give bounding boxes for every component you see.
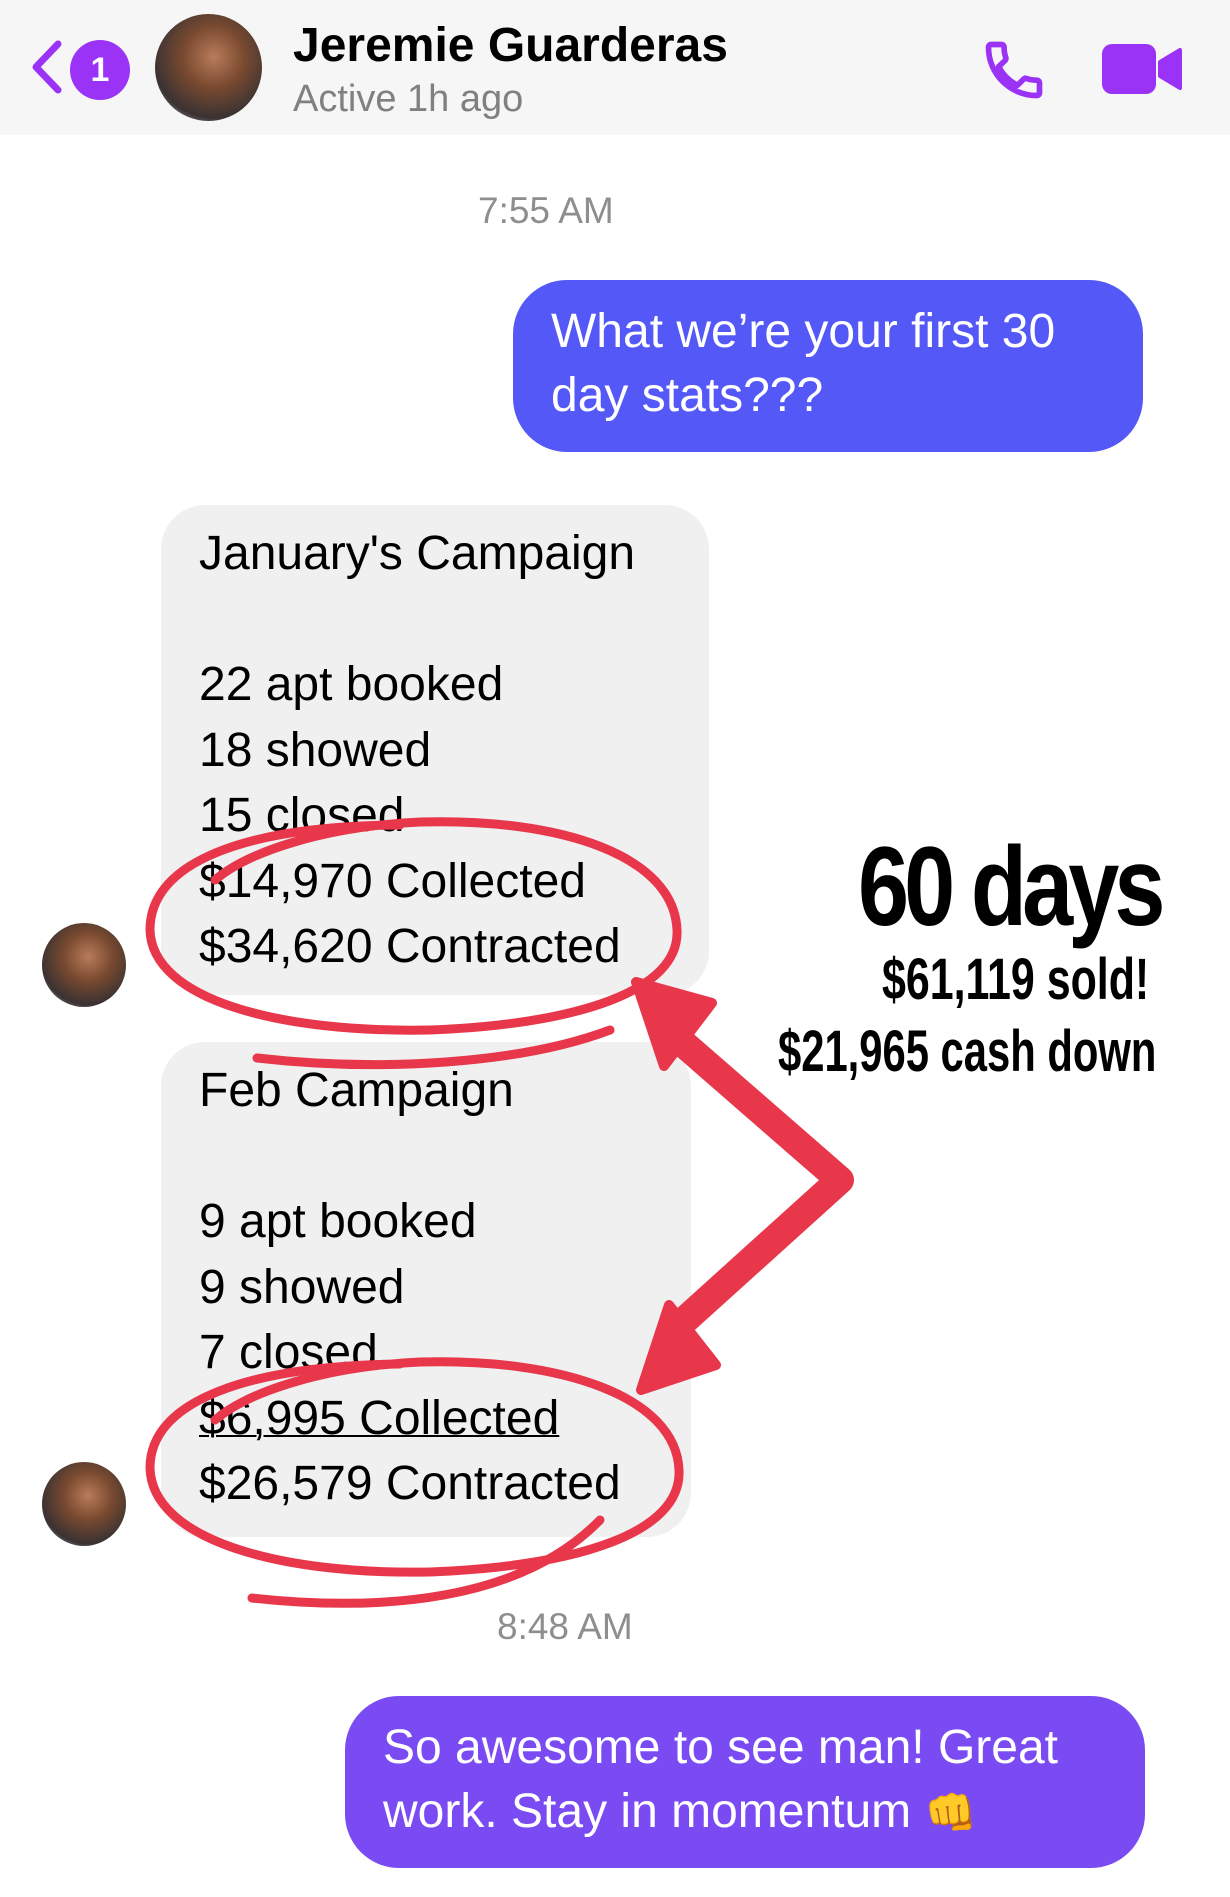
- annotation-cash: $21,965 cash down: [778, 1019, 1157, 1084]
- circle-annotation: [145, 817, 682, 1035]
- annotation-title: 60 days: [858, 824, 1165, 949]
- annotation-sold: $61,119 sold!: [882, 947, 1150, 1012]
- circle-annotation: [145, 1357, 684, 1577]
- underline-scribble: [252, 1025, 615, 1070]
